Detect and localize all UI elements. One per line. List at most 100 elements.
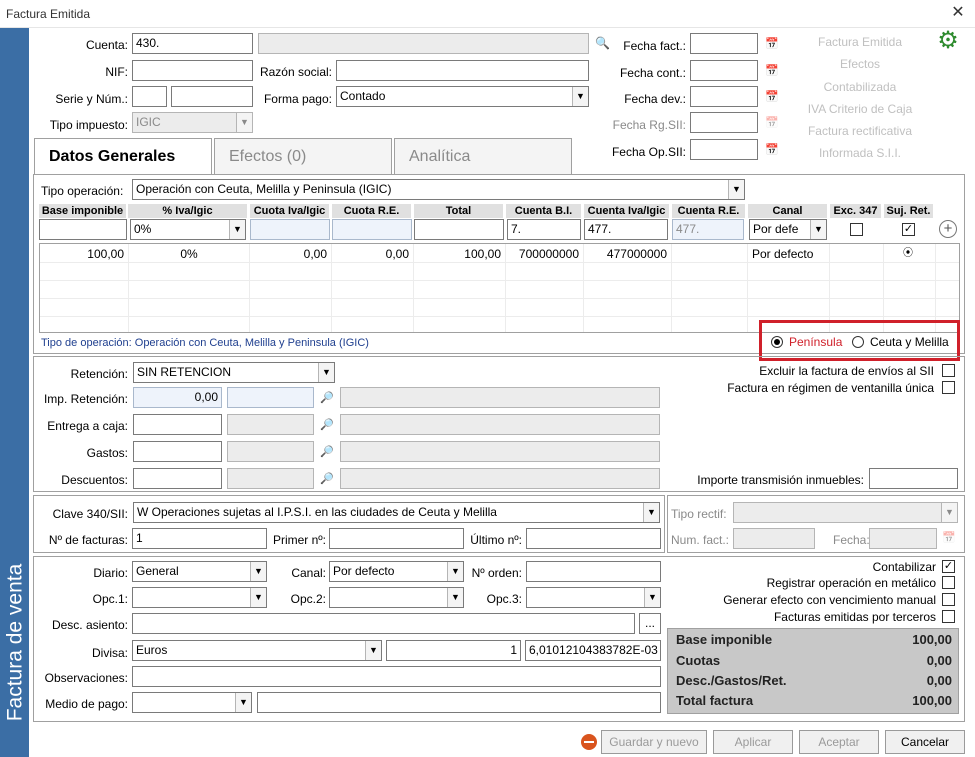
aceptar-button[interactable]: Aceptar — [799, 730, 879, 754]
medio-pago-select[interactable]: ▼ — [132, 692, 252, 713]
fecha-cont-input[interactable] — [690, 60, 758, 81]
norden-label: Nº orden: — [471, 566, 522, 580]
opc3-select[interactable]: ▼ — [526, 587, 661, 608]
entrega-caja-cuenta — [227, 414, 314, 435]
serie-input[interactable] — [132, 86, 167, 107]
divisa-select[interactable]: Euros ▼ — [132, 640, 382, 661]
lookup-icon[interactable]: 🔎 — [319, 471, 335, 487]
canal-bottom-value: Por defecto — [333, 564, 395, 578]
generar-efecto-checkbox[interactable] — [942, 593, 955, 606]
exc-347-checkbox[interactable] — [850, 223, 863, 236]
descuentos-cuenta — [227, 468, 314, 489]
close-icon[interactable]: ✕ — [948, 3, 968, 23]
retencion-select[interactable]: SIN RETENCION ▼ — [133, 362, 335, 383]
total-factura: Total factura 100,00 — [676, 693, 952, 713]
entrega-caja-desc — [340, 414, 660, 435]
calendar-icon[interactable]: 📅 — [764, 115, 780, 131]
observaciones-input[interactable] — [132, 666, 661, 687]
chevron-down-icon: ▼ — [810, 220, 826, 239]
imp-retencion-input[interactable]: 0,00 — [133, 387, 222, 408]
lookup-icon[interactable]: 🔎 — [319, 417, 335, 433]
pct-iva-select[interactable]: 0% ▼ — [130, 219, 246, 240]
opc1-select[interactable]: ▼ — [132, 587, 267, 608]
calendar-icon[interactable]: 📅 — [764, 89, 780, 105]
imp-retencion-cuenta-input[interactable] — [227, 387, 314, 408]
desc-asiento-more-button[interactable]: ... — [639, 613, 661, 634]
gastos-label: Gastos: — [86, 446, 128, 460]
forma-pago-select[interactable]: Contado ▼ — [336, 86, 589, 107]
cancelar-button[interactable]: Cancelar — [885, 730, 965, 754]
tipo-operacion-select[interactable]: Operación con Ceuta, Melilla y Peninsula… — [132, 179, 745, 200]
registrar-metalico-checkbox[interactable] — [942, 576, 955, 589]
fecha-op-input[interactable] — [690, 139, 758, 160]
fecha-dev-input[interactable] — [690, 86, 758, 107]
lookup-icon[interactable]: 🔎 — [319, 444, 335, 460]
cuenta-iva-input[interactable]: 477. — [584, 219, 668, 240]
razon-social-input[interactable] — [336, 60, 589, 81]
divisa-value: Euros — [136, 643, 168, 657]
divisa-rate-input[interactable]: 6,01012104383782E-03 — [525, 640, 661, 661]
contabilizar-checkbox[interactable]: ✓ — [942, 560, 955, 573]
total-input[interactable] — [414, 219, 504, 240]
base-imponible-input[interactable] — [39, 219, 127, 240]
peninsula-radio[interactable] — [771, 336, 783, 348]
cuenta-re-input[interactable]: 477. — [672, 219, 744, 240]
divisa-qty-input[interactable]: 1 — [386, 640, 521, 661]
tab-efectos[interactable]: Efectos (0) — [214, 138, 392, 174]
primer-label: Primer nº: — [272, 533, 326, 547]
chevron-down-icon: ▼ — [318, 363, 334, 382]
table-row — [40, 299, 959, 317]
fecha-fact-input[interactable] — [690, 33, 758, 54]
canal-select[interactable]: Por defe ▼ — [749, 219, 827, 240]
descuentos-input[interactable] — [133, 468, 222, 489]
guardar-nuevo-button[interactable]: Guardar y nuevo — [601, 730, 707, 754]
entrega-caja-input[interactable] — [133, 414, 222, 435]
cuota-iva-input[interactable] — [250, 219, 330, 240]
tipo-rectif-select[interactable]: ▼ — [733, 502, 958, 523]
cuenta-input[interactable]: 430. — [132, 33, 253, 54]
num-fact-input[interactable] — [733, 528, 815, 549]
nfacturas-input[interactable]: 1 — [132, 528, 267, 549]
gastos-input[interactable] — [133, 441, 222, 462]
canal-value: Por defe — [753, 222, 799, 236]
tipo-impuesto-select[interactable]: IGIC ▼ — [132, 112, 253, 133]
norden-input[interactable] — [526, 561, 661, 582]
diario-select[interactable]: General ▼ — [132, 561, 267, 582]
forma-pago-value: Contado — [340, 89, 386, 103]
registrar-metalico-label: Registrar operación en metálico — [766, 576, 936, 590]
terceros-checkbox[interactable] — [942, 610, 955, 623]
desc-asiento-input[interactable] — [132, 613, 635, 634]
total-factura-label: Total factura — [676, 693, 754, 708]
primer-input[interactable] — [329, 528, 464, 549]
row-cuota-re: 0,00 — [385, 247, 409, 261]
tab-analitica[interactable]: Analítica — [394, 138, 572, 174]
nif-input[interactable] — [132, 60, 253, 81]
table-row[interactable]: 100,00 0% 0,00 0,00 100,00 700000000 477… — [40, 245, 959, 263]
calendar-icon[interactable]: 📅 — [941, 530, 957, 546]
clave-340-select[interactable]: W Operaciones sujetas al I.P.S.I. en las… — [133, 502, 660, 523]
calendar-icon[interactable]: 📅 — [764, 36, 780, 52]
nif-label: NIF: — [105, 65, 128, 79]
lookup-icon[interactable]: 🔎 — [319, 390, 335, 406]
ventanilla-checkbox[interactable] — [942, 381, 955, 394]
gear-icon[interactable]: ⚙ — [935, 28, 961, 54]
canal-bottom-select[interactable]: Por defecto ▼ — [329, 561, 464, 582]
suj-ret-checkbox[interactable]: ✓ — [902, 223, 915, 236]
cuota-re-input[interactable] — [332, 219, 412, 240]
numero-input[interactable] — [171, 86, 253, 107]
calendar-icon[interactable]: 📅 — [764, 142, 780, 158]
ceuta-melilla-label: Ceuta y Melilla — [870, 335, 949, 349]
cuenta-bi-input[interactable]: 7. — [507, 219, 581, 240]
aplicar-button[interactable]: Aplicar — [713, 730, 793, 754]
calendar-icon[interactable]: 📅 — [764, 63, 780, 79]
tab-datos-generales[interactable]: Datos Generales — [34, 138, 212, 175]
fecha-rg-input[interactable] — [690, 112, 758, 133]
fecha-rectif-input[interactable] — [869, 528, 937, 549]
importe-transmision-input[interactable] — [869, 468, 958, 489]
excluir-sii-checkbox[interactable] — [942, 364, 955, 377]
add-line-icon[interactable]: + — [939, 220, 957, 238]
ceuta-melilla-radio[interactable] — [852, 336, 864, 348]
medio-pago-desc-input[interactable] — [257, 692, 661, 713]
ultimo-input[interactable] — [526, 528, 661, 549]
opc2-select[interactable]: ▼ — [329, 587, 464, 608]
